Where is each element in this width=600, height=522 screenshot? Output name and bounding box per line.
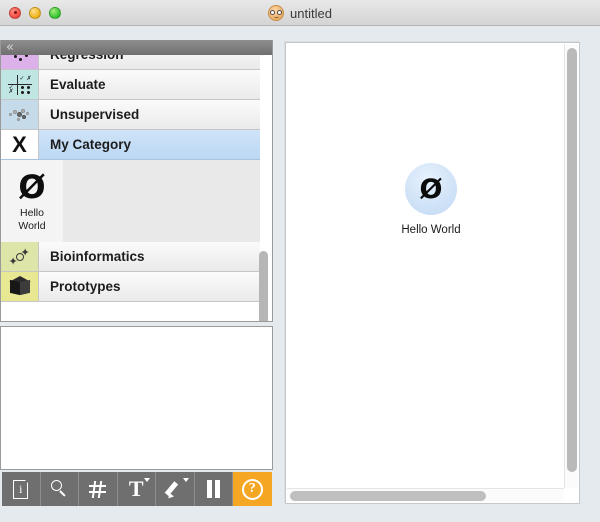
sidebar-category-bioinformatics[interactable]: ✦ ✦ Bioinformatics (1, 242, 263, 272)
cluster-icon (1, 100, 39, 129)
close-button[interactable] (9, 6, 21, 19)
widget-glyph: Ø (18, 168, 46, 206)
chevron-down-icon[interactable] (182, 478, 189, 482)
pencil-icon[interactable] (156, 472, 195, 506)
workflow-canvas[interactable]: Ø Hello World (286, 43, 564, 489)
widget-tray-empty-space (63, 160, 263, 242)
text-icon[interactable]: T (118, 472, 156, 506)
sidebar-scrollbar-track[interactable] (259, 56, 270, 321)
widget-label-line2: World (18, 220, 46, 232)
title-bar: untitled (0, 0, 600, 26)
canvas-node-circle: Ø (405, 163, 457, 215)
canvas-node-hello-world[interactable]: Ø Hello World (386, 163, 476, 236)
category-list: Regression ✓ ✗ ✓ ✗ Evaluate (1, 40, 263, 302)
workflow-canvas-panel: Ø Hello World (285, 42, 580, 504)
sidebar-category-label: Prototypes (50, 279, 121, 294)
sidebar-category-label: Evaluate (50, 77, 106, 92)
chevron-left-double-icon: « (6, 40, 14, 55)
bottom-toolbar: T ? (2, 472, 272, 506)
cube-icon (1, 272, 39, 301)
title-center-group: untitled (0, 0, 600, 26)
molecule-icon: ✦ ✦ (1, 242, 39, 271)
search-icon[interactable] (41, 472, 79, 506)
widget-label: Hello World (4, 207, 60, 233)
minimize-button[interactable] (29, 6, 41, 19)
zoom-button[interactable] (49, 6, 61, 19)
widget-description-panel (0, 326, 273, 470)
sidebar-category-unsupervised[interactable]: Unsupervised (1, 100, 263, 130)
canvas-horizontal-scrollbar-track[interactable] (287, 488, 565, 502)
sidebar-category-evaluate[interactable]: ✓ ✗ ✓ ✗ Evaluate (1, 70, 263, 100)
window-title: untitled (290, 5, 332, 21)
canvas-vertical-scrollbar-track[interactable] (564, 44, 578, 488)
traffic-lights (0, 6, 61, 19)
grid-check-icon: ✓ ✗ ✓ ✗ (1, 70, 39, 99)
sidebar-category-label: My Category (50, 137, 132, 152)
help-icon-glyph: ? (241, 478, 263, 500)
sidebar-category-prototypes[interactable]: Prototypes (1, 272, 263, 302)
canvas-node-label: Hello World (401, 224, 461, 236)
sidebar-category-my-category[interactable]: X My Category (1, 130, 263, 160)
application-window: untitled Regression (0, 0, 600, 522)
sidebar-scrollbar-thumb[interactable] (259, 251, 268, 321)
x-mark-icon: X (1, 130, 39, 159)
sidebar-category-label: Unsupervised (50, 107, 140, 122)
canvas-node-glyph: Ø (419, 173, 443, 205)
sidebar-collapse-button[interactable]: « (1, 40, 272, 55)
info-document-icon[interactable] (2, 472, 41, 506)
chevron-down-icon[interactable] (144, 478, 150, 482)
canvas-scrollbar-corner (564, 488, 578, 502)
widget-tray: Ø Hello World (1, 160, 263, 242)
canvas-vertical-scrollbar-thumb[interactable] (567, 48, 577, 472)
widget-sidebar: Regression ✓ ✗ ✓ ✗ Evaluate (0, 40, 273, 322)
widget-hello-world[interactable]: Ø Hello World (1, 160, 63, 242)
widget-label-line1: Hello (20, 207, 44, 219)
grid-icon[interactable] (79, 472, 118, 506)
nerd-face-icon (268, 5, 285, 21)
help-icon[interactable]: ? (233, 472, 272, 506)
pause-icon[interactable] (195, 472, 233, 506)
text-icon-glyph: T (128, 476, 144, 501)
canvas-horizontal-scrollbar-thumb[interactable] (290, 491, 486, 501)
sidebar-category-label: Bioinformatics (50, 249, 145, 264)
